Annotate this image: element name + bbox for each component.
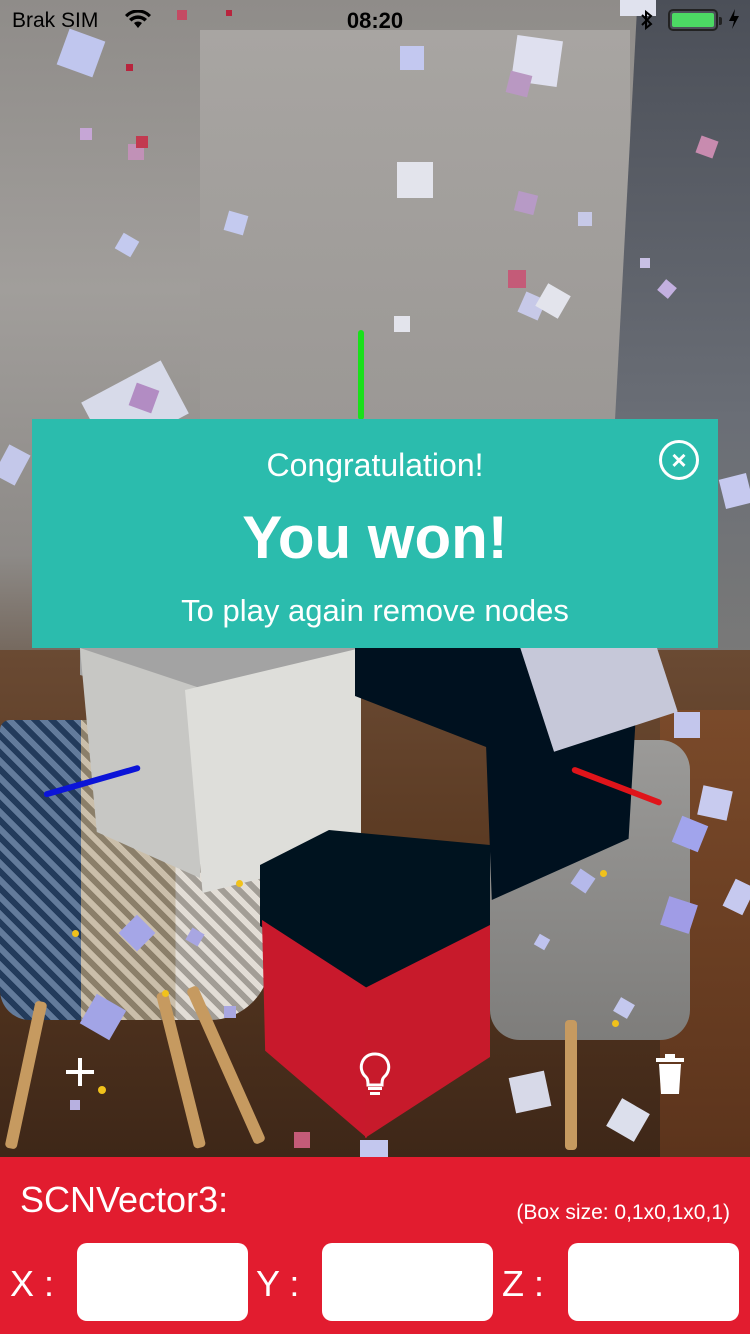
confetti: [640, 258, 650, 268]
hint-button[interactable]: [355, 1050, 395, 1100]
you-won-headline: You won!: [242, 504, 508, 571]
clock-time: 08:20: [346, 8, 404, 33]
trash-icon: [656, 1054, 684, 1094]
confetti: [674, 712, 700, 738]
confetti-dot: [612, 1020, 619, 1027]
battery-tip: [719, 17, 722, 25]
confetti: [578, 212, 592, 226]
battery-icon: [668, 9, 722, 31]
status-bar: Brak SIM 08:20: [0, 0, 750, 40]
confetti-dot: [236, 880, 243, 887]
x-label: X :: [10, 1263, 55, 1304]
box-size-note: (Box size: 0,1x0,1x0,1): [516, 1201, 730, 1224]
confetti-dot: [600, 870, 607, 877]
armchair-leg: [565, 1020, 577, 1150]
confetti: [224, 1006, 236, 1018]
y-axis-line: [358, 330, 364, 420]
y-label: Y :: [256, 1263, 300, 1304]
confetti: [508, 1070, 552, 1114]
y-coordinate-field[interactable]: [322, 1243, 493, 1321]
plus-icon: [66, 1058, 94, 1086]
confetti: [294, 1132, 310, 1148]
congratulation-text: Congratulation!: [266, 447, 484, 483]
confetti: [114, 232, 140, 258]
wall-background: [200, 30, 630, 450]
confetti: [394, 316, 410, 332]
z-label: Z :: [502, 1263, 544, 1304]
confetti: [508, 270, 526, 288]
close-banner-button[interactable]: ×: [659, 440, 699, 480]
confetti: [136, 136, 148, 148]
confetti: [400, 46, 424, 70]
panel-title: SCNVector3:: [20, 1179, 229, 1220]
x-coordinate-field[interactable]: [77, 1243, 248, 1321]
confetti: [697, 785, 733, 821]
battery-fill: [672, 13, 714, 27]
confetti: [126, 64, 133, 71]
confetti: [397, 162, 433, 198]
delete-node-button[interactable]: [650, 1052, 690, 1096]
add-node-button[interactable]: [60, 1052, 100, 1092]
z-coordinate-field[interactable]: [568, 1243, 739, 1321]
confetti: [0, 444, 31, 486]
play-again-instruction: To play again remove nodes: [181, 593, 569, 628]
confetti-dot: [162, 990, 169, 997]
bluetooth-icon: [640, 8, 654, 38]
confetti-dot: [72, 930, 79, 937]
charging-bolt-icon: [728, 8, 740, 35]
confetti: [70, 1100, 80, 1110]
confetti: [360, 1140, 388, 1157]
win-banner: Congratulation! You won! To play again r…: [32, 419, 718, 648]
vector-input-panel: SCNVector3: (Box size: 0,1x0,1x0,1) X : …: [0, 1157, 750, 1334]
lightbulb-icon: [359, 1052, 391, 1095]
close-circle-icon: ×: [671, 445, 687, 475]
confetti: [80, 128, 92, 140]
